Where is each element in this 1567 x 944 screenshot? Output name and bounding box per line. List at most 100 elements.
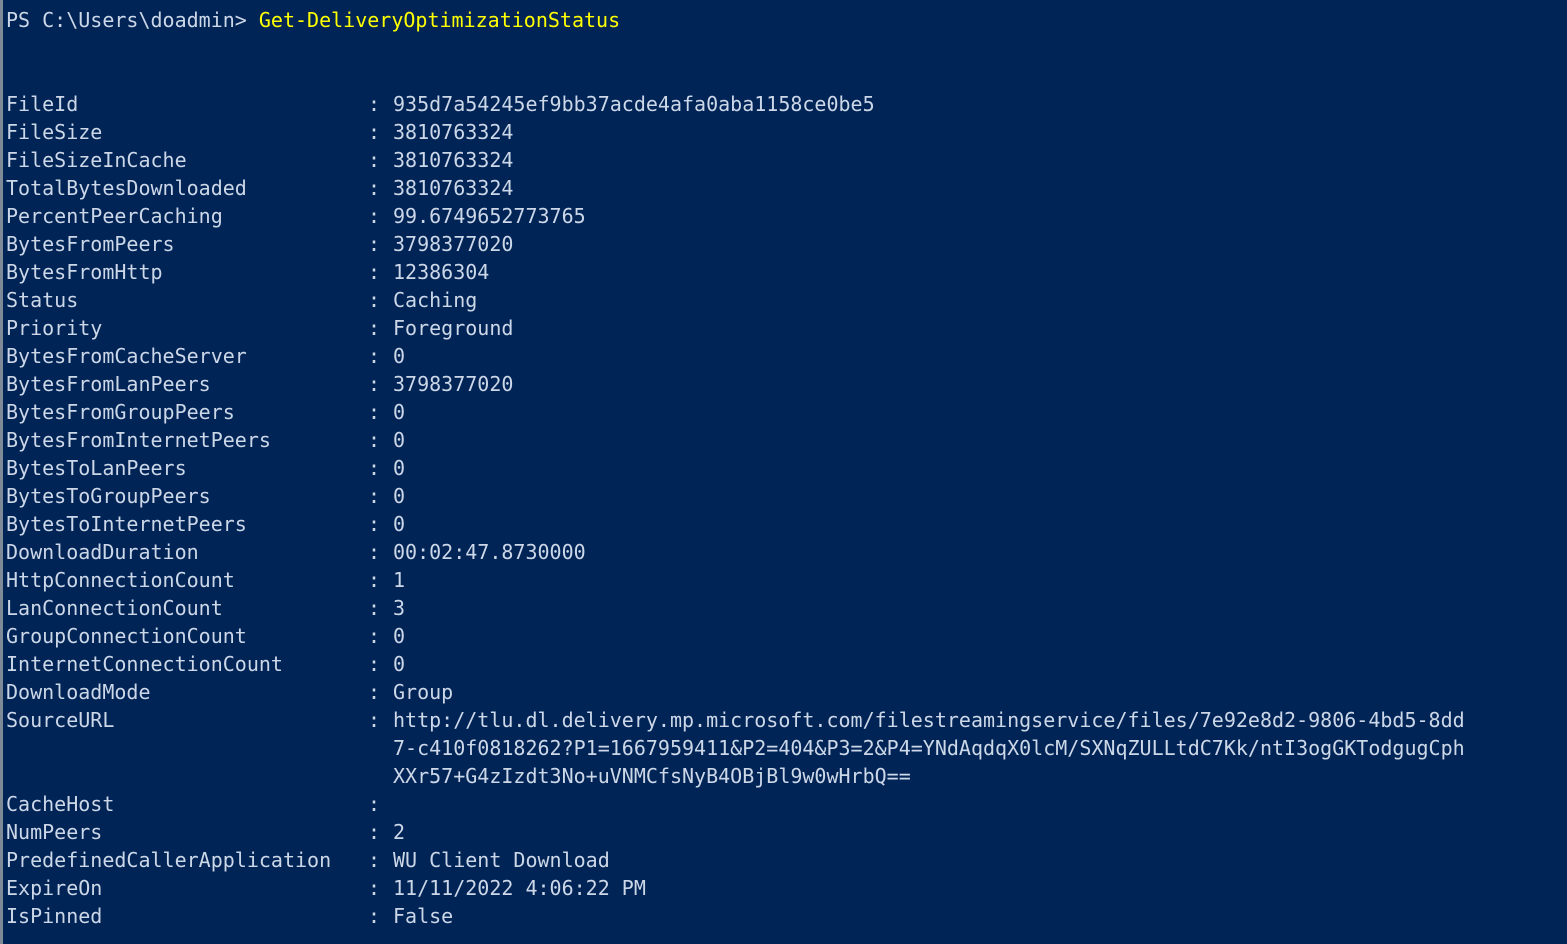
property-row: FileId:935d7a54245ef9bb37acde4afa0aba115… — [6, 90, 1567, 118]
property-row: BytesToInternetPeers:0 — [6, 510, 1567, 538]
property-row: LanConnectionCount:3 — [6, 594, 1567, 622]
property-separator: : — [368, 372, 381, 396]
property-separator: : — [368, 484, 381, 508]
property-row: NumPeers:2 — [6, 818, 1567, 846]
property-value-continued: 7-c410f0818262?P1=1667959411&P2=404&P3=2… — [393, 736, 1465, 760]
property-separator: : — [368, 456, 381, 480]
property-separator: : — [368, 512, 381, 536]
property-value: 3 — [393, 596, 406, 620]
property-key: FileSizeInCache — [6, 148, 187, 172]
property-separator: : — [368, 568, 381, 592]
property-value: 0 — [393, 652, 406, 676]
property-separator: : — [368, 148, 381, 172]
property-separator: : — [368, 680, 381, 704]
property-row: SourceURL: http://tlu.dl.delivery.mp.micr… — [6, 706, 1567, 734]
property-value: 00:02:47.8730000 — [393, 540, 586, 564]
property-row: IsPinned: False — [6, 902, 1567, 930]
property-separator: : — [368, 428, 381, 452]
property-row: GroupConnectionCount:0 — [6, 622, 1567, 650]
property-value: 1 — [393, 568, 406, 592]
property-row: Status: Caching — [6, 286, 1567, 314]
property-value: 2 — [393, 820, 406, 844]
property-row: FileSizeInCache:3810763324 — [6, 146, 1567, 174]
property-row: DownloadDuration:00:02:47.8730000 — [6, 538, 1567, 566]
property-row: BytesFromCacheServer:0 — [6, 342, 1567, 370]
property-separator: : — [368, 820, 381, 844]
property-row: BytesFromInternetPeers:0 — [6, 426, 1567, 454]
property-value-continuation: XXr57+G4zIzdt3No+uVNMCfsNyB4OBjBl9w0wHrb… — [6, 762, 1567, 790]
property-value: 99.6749652773765 — [393, 204, 586, 228]
property-key: InternetConnectionCount — [6, 652, 283, 676]
property-value: WU Client Download — [393, 848, 610, 872]
property-key: SourceURL — [6, 708, 115, 732]
continuation-indent — [6, 762, 393, 790]
property-row: InternetConnectionCount:0 — [6, 650, 1567, 678]
property-value-continued: XXr57+G4zIzdt3No+uVNMCfsNyB4OBjBl9w0wHrb… — [393, 764, 911, 788]
property-value: 0 — [393, 512, 406, 536]
prompt-line: PS C:\Users\doadmin> Get-DeliveryOptimiz… — [6, 6, 1567, 34]
property-row: PercentPeerCaching:99.6749652773765 — [6, 202, 1567, 230]
property-separator: : — [368, 232, 381, 256]
continuation-indent — [6, 734, 393, 762]
property-value: Group — [393, 680, 454, 704]
property-key: NumPeers — [6, 820, 103, 844]
property-key: LanConnectionCount — [6, 596, 223, 620]
property-value: 3810763324 — [393, 120, 514, 144]
property-row: PredefinedCallerApplication: WU Client Do… — [6, 846, 1567, 874]
property-key: Priority — [6, 316, 103, 340]
property-separator: : — [368, 540, 381, 564]
property-key: BytesToLanPeers — [6, 456, 187, 480]
prompt-path: PS C:\Users\doadmin> — [6, 8, 259, 32]
property-value: 0 — [393, 456, 406, 480]
property-value: 0 — [393, 400, 406, 424]
property-key: BytesFromGroupPeers — [6, 400, 235, 424]
property-separator: : — [368, 596, 381, 620]
property-key: DownloadDuration — [6, 540, 199, 564]
property-value: http://tlu.dl.delivery.mp.microsoft.com/… — [393, 708, 1465, 732]
property-key: BytesFromCacheServer — [6, 344, 247, 368]
property-key: IsPinned — [6, 904, 103, 928]
property-key: HttpConnectionCount — [6, 568, 235, 592]
property-value: Foreground — [393, 316, 514, 340]
property-value: Caching — [393, 288, 478, 312]
property-key: GroupConnectionCount — [6, 624, 247, 648]
property-value: 3810763324 — [393, 148, 514, 172]
property-row: BytesToLanPeers:0 — [6, 454, 1567, 482]
property-value: 12386304 — [393, 260, 490, 284]
property-row: BytesFromHttp:12386304 — [6, 258, 1567, 286]
property-separator: : — [368, 708, 381, 732]
property-row: BytesFromGroupPeers:0 — [6, 398, 1567, 426]
property-separator: : — [368, 400, 381, 424]
property-separator: : — [368, 624, 381, 648]
property-key: BytesFromInternetPeers — [6, 428, 271, 452]
property-value: 3798377020 — [393, 372, 514, 396]
property-separator: : — [368, 848, 381, 872]
console-screen-buffer[interactable]: PS C:\Users\doadmin> Get-DeliveryOptimiz… — [3, 0, 1567, 944]
property-key: FileId — [6, 92, 79, 116]
property-value-continuation: 7-c410f0818262?P1=1667959411&P2=404&P3=2… — [6, 734, 1567, 762]
property-key: TotalBytesDownloaded — [6, 176, 247, 200]
property-separator: : — [368, 288, 381, 312]
property-value: 0 — [393, 484, 406, 508]
property-separator: : — [368, 204, 381, 228]
property-row: BytesFromPeers:3798377020 — [6, 230, 1567, 258]
property-separator: : — [368, 876, 381, 900]
command-text: Get-DeliveryOptimizationStatus — [258, 8, 621, 32]
property-separator: : — [368, 92, 381, 116]
property-separator: : — [368, 904, 381, 928]
property-separator: : — [368, 120, 381, 144]
property-value: 0 — [393, 428, 406, 452]
property-key: ExpireOn — [6, 876, 103, 900]
property-row: BytesFromLanPeers:3798377020 — [6, 370, 1567, 398]
powershell-console-window[interactable]: PS C:\Users\doadmin> Get-DeliveryOptimiz… — [0, 0, 1567, 944]
property-key: BytesToInternetPeers — [6, 512, 247, 536]
property-separator: : — [368, 176, 381, 200]
property-key: PredefinedCallerApplication — [6, 848, 332, 872]
property-separator: : — [368, 260, 381, 284]
property-value: 3798377020 — [393, 232, 514, 256]
property-key: BytesFromPeers — [6, 232, 175, 256]
property-key: BytesFromHttp — [6, 260, 163, 284]
property-key: FileSize — [6, 120, 103, 144]
